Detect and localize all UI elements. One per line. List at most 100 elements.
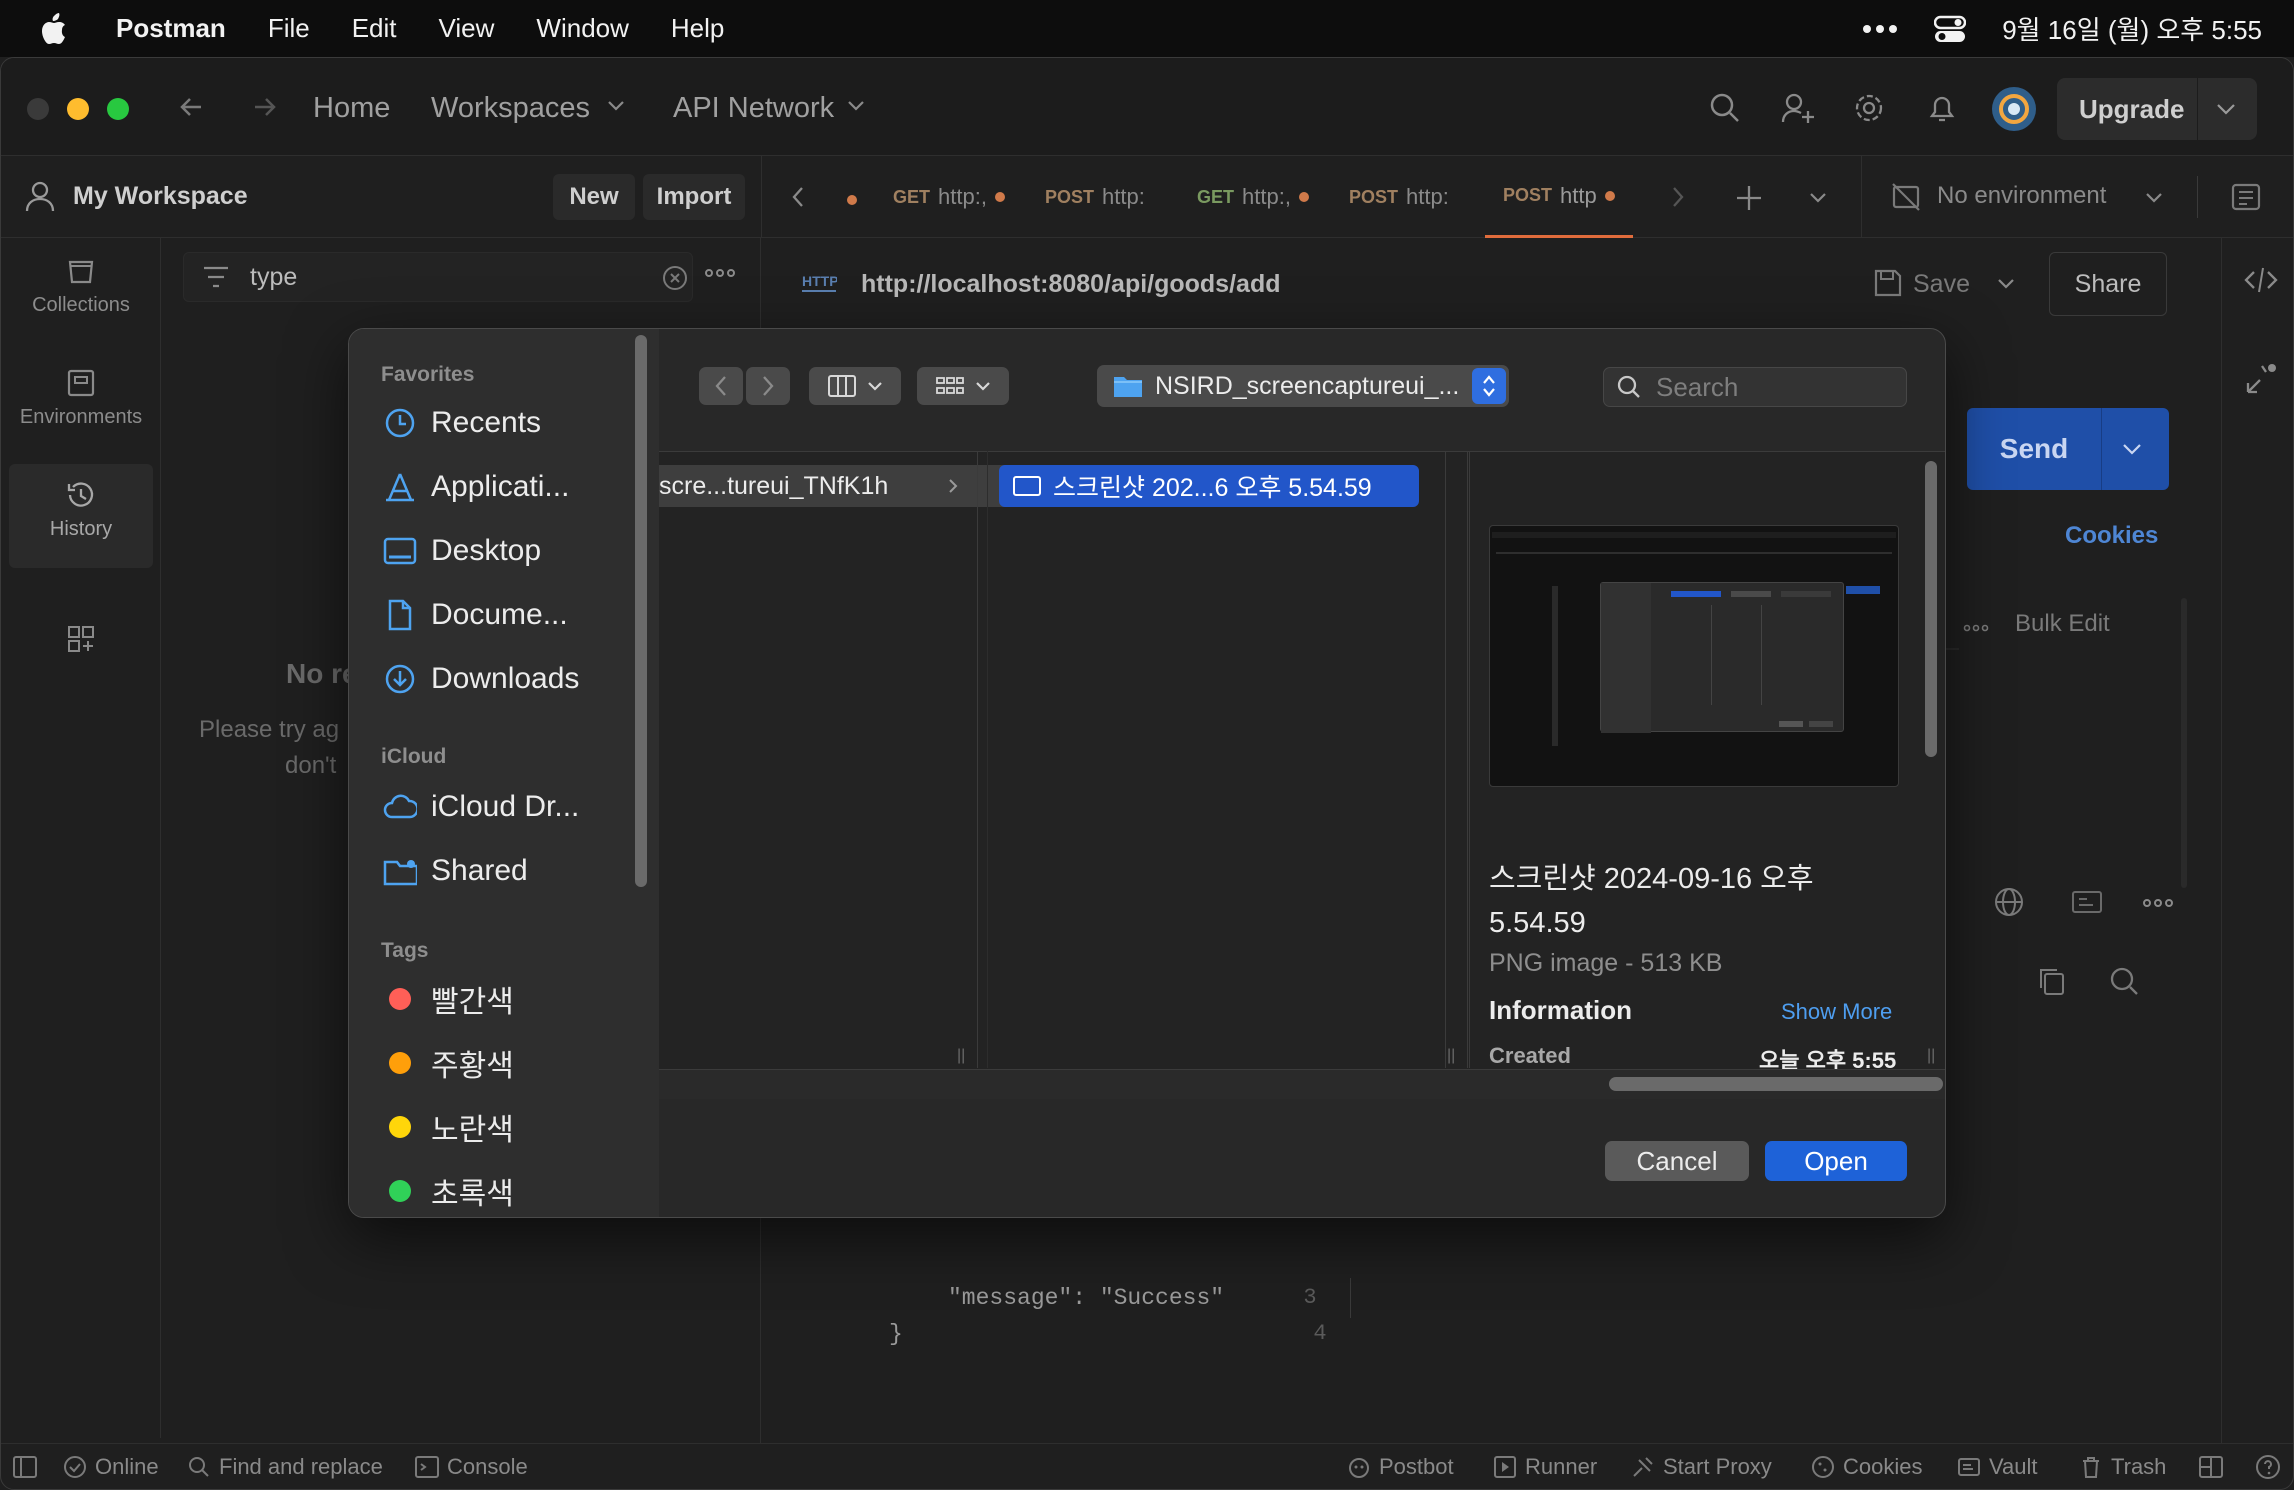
send-button[interactable]: Send <box>1967 408 2169 490</box>
horizontal-scrollbar[interactable] <box>1609 1077 1943 1091</box>
close-window-button[interactable] <box>27 98 49 120</box>
request-tab[interactable]: POST http: <box>1045 156 1145 238</box>
path-popup-button[interactable]: NSIRD_screencaptureui_... <box>1097 365 1509 407</box>
sidebar-item-history[interactable]: History <box>1 480 161 541</box>
more-options-icon[interactable] <box>705 268 735 278</box>
search-icon[interactable] <box>2109 966 2139 996</box>
console-button[interactable]: Console <box>415 1454 528 1480</box>
sidebar-item-collections[interactable]: Collections <box>1 256 161 317</box>
menu-edit[interactable]: Edit <box>352 13 397 44</box>
online-status[interactable]: Online <box>63 1454 159 1480</box>
sidebar-item-recents[interactable]: Recents <box>383 401 541 445</box>
find-replace-button[interactable]: Find and replace <box>187 1454 383 1480</box>
code-icon[interactable] <box>2244 266 2278 294</box>
cookies-link[interactable]: Cookies <box>2065 522 2158 550</box>
sidebar-item-desktop[interactable]: Desktop <box>383 529 541 573</box>
search-field[interactable]: Search <box>1603 367 1907 407</box>
preview-scrollbar[interactable] <box>1925 461 1937 757</box>
sidebar-item-icloud-drive[interactable]: iCloud Dr... <box>383 785 579 829</box>
search-icon[interactable] <box>1709 92 1741 124</box>
minimize-window-button[interactable] <box>67 98 89 120</box>
chevron-down-icon[interactable] <box>2102 443 2142 455</box>
save-button[interactable]: Save <box>1913 270 1970 299</box>
sidebar-tag-red[interactable]: 빨간색 <box>383 977 514 1021</box>
sidebar-item-environments[interactable]: Environments <box>1 368 161 429</box>
menu-app-name[interactable]: Postman <box>116 13 226 44</box>
chevron-down-icon[interactable] <box>1809 192 1827 204</box>
help-icon[interactable] <box>2255 1454 2281 1480</box>
sidebar-item-documents[interactable]: Docume... <box>383 593 568 637</box>
toggle-sidebar-icon[interactable] <box>13 1456 37 1478</box>
postbot-button[interactable]: Postbot <box>1347 1454 1454 1480</box>
filter-input-value[interactable]: type <box>250 263 297 292</box>
sidebar-tag-orange[interactable]: 주황색 <box>383 1041 514 1085</box>
scrollbar[interactable] <box>2181 598 2187 888</box>
view-mode-button[interactable] <box>809 367 901 405</box>
chevron-right-icon[interactable] <box>1671 186 1685 208</box>
environment-selector[interactable]: No environment <box>1937 182 2106 210</box>
nav-api-network[interactable]: API Network <box>673 92 834 125</box>
user-avatar[interactable] <box>1991 86 2037 132</box>
forward-button[interactable] <box>746 367 790 405</box>
save-response-icon[interactable] <box>2071 890 2103 914</box>
nav-workspaces[interactable]: Workspaces <box>431 92 590 125</box>
request-tab[interactable]: GET http:, <box>893 156 1005 238</box>
column-resize-handle[interactable]: || <box>1927 1047 1935 1065</box>
apple-icon[interactable] <box>40 12 70 45</box>
globe-icon[interactable] <box>1993 886 2025 918</box>
menu-file[interactable]: File <box>268 13 310 44</box>
forward-arrow-icon[interactable] <box>249 92 279 122</box>
sidebar-item-downloads[interactable]: Downloads <box>383 657 579 701</box>
sidebar-scrollbar[interactable] <box>635 335 647 887</box>
settings-gear-icon[interactable] <box>1853 92 1885 124</box>
file-item-selected[interactable]: 스크린샷 202...6 오후 5.54.59 <box>999 465 1419 507</box>
workspace-name[interactable]: My Workspace <box>73 182 248 211</box>
clear-icon[interactable] <box>662 265 688 291</box>
nav-home[interactable]: Home <box>313 92 390 125</box>
request-tab[interactable]: POST http: <box>1349 156 1449 238</box>
sidebar-tag-green[interactable]: 초록색 <box>383 1169 514 1213</box>
menu-view[interactable]: View <box>439 13 495 44</box>
control-center-icon[interactable] <box>1934 15 1967 43</box>
trash-button[interactable]: Trash <box>2079 1454 2166 1480</box>
request-url[interactable]: http://localhost:8080/api/goods/add <box>861 270 1280 299</box>
new-button[interactable]: New <box>553 174 635 220</box>
cancel-button[interactable]: Cancel <box>1605 1141 1749 1181</box>
sidebar-item-configure[interactable] <box>1 624 161 662</box>
upgrade-button[interactable]: Upgrade <box>2057 78 2257 140</box>
chevron-left-icon[interactable] <box>791 186 805 208</box>
related-collections-icon[interactable] <box>2244 362 2278 396</box>
sidebar-tag-yellow[interactable]: 노란색 <box>383 1105 514 1149</box>
vault-button[interactable]: Vault <box>1957 1454 2038 1480</box>
layout-icon[interactable] <box>2199 1456 2223 1478</box>
copy-icon[interactable] <box>2037 966 2067 996</box>
sidebar-item-shared[interactable]: Shared <box>383 849 528 893</box>
new-tab-plus-icon[interactable] <box>1735 184 1763 212</box>
history-filter-field[interactable]: type <box>183 252 693 302</box>
chevron-down-icon[interactable] <box>1997 278 2015 290</box>
runner-button[interactable]: Runner <box>1493 1454 1597 1480</box>
zoom-window-button[interactable] <box>107 98 129 120</box>
back-button[interactable] <box>699 367 743 405</box>
chevron-down-icon[interactable] <box>2198 103 2236 115</box>
group-button[interactable] <box>917 367 1009 405</box>
column-resize-handle[interactable]: || <box>957 1047 965 1065</box>
start-proxy-button[interactable]: Start Proxy <box>1631 1454 1772 1480</box>
chevron-down-icon[interactable] <box>2145 192 2163 204</box>
sidebar-item-applications[interactable]: Applicati... <box>383 465 569 509</box>
menu-help[interactable]: Help <box>671 13 724 44</box>
request-tab-active[interactable]: POST http <box>1485 156 1633 238</box>
cookies-button[interactable]: Cookies <box>1811 1454 1922 1480</box>
open-button[interactable]: Open <box>1765 1141 1907 1181</box>
more-options-icon[interactable] <box>2143 898 2173 908</box>
show-more-link[interactable]: Show More <box>1781 999 1892 1025</box>
invite-user-icon[interactable] <box>1781 92 1815 124</box>
more-dots-icon[interactable] <box>1862 24 1898 34</box>
menubar-clock[interactable]: 9월 16일 (월) 오후 5:55 <box>2002 10 2262 47</box>
notification-bell-icon[interactable] <box>1927 92 1957 124</box>
column-resize-handle[interactable]: || <box>1447 1047 1455 1065</box>
more-options-icon[interactable] <box>1963 624 1989 632</box>
menu-window[interactable]: Window <box>536 13 628 44</box>
request-tab[interactable]: GET http:, <box>1197 156 1309 238</box>
bulk-edit-button[interactable]: Bulk Edit <box>2015 610 2110 638</box>
